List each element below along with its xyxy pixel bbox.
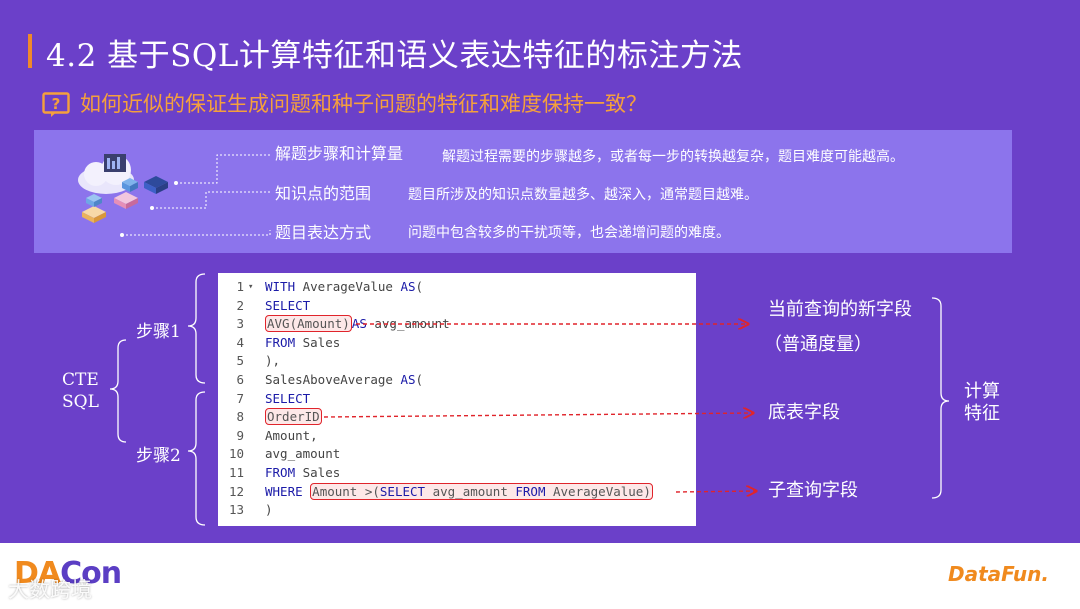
step1-label: 步骤1 (136, 322, 181, 342)
title-accent-bar (28, 34, 32, 68)
highlight-avg-amount: AVG(Amount) (265, 315, 352, 333)
bracket-step2 (187, 391, 206, 526)
sql-code-block: 1 ▾ WITH AverageValue AS( 2 SELECT 3 AVG(… (218, 273, 696, 526)
bracket-cte (109, 339, 127, 443)
highlight-subquery: Amount >(SELECT avg_amount FROM AverageV… (310, 482, 653, 500)
question-text: 如何近似的保证生成问题和种子问题的特征和难度保持一致？ (80, 92, 647, 116)
question-box-icon: ? (42, 92, 70, 117)
factor-desc-steps: 解题过程需要的步骤越多，或者每一步的转换越复杂，题目难度可能越高。 (442, 149, 904, 165)
calc-feature-line2: 特征 (964, 403, 1000, 424)
factor-desc-expression: 问题中包含较多的干扰项等，也会递增问题的难度。 (408, 225, 730, 241)
svg-text:?: ? (52, 95, 61, 113)
step2-label: 步骤2 (136, 446, 181, 466)
bracket-step1 (187, 273, 206, 384)
feature-subquery-field: 子查询字段 (768, 480, 858, 501)
cte-label-line2: SQL (62, 392, 99, 412)
highlight-order-id: OrderID (265, 408, 322, 426)
feature-new-field-line2: （普通度量） (764, 334, 872, 355)
feature-base-field: 底表字段 (768, 402, 840, 423)
factor-label-expression: 题目表达方式 (275, 223, 372, 242)
footer-bar (0, 543, 1080, 609)
slide: 4.2 基于SQL计算特征和语义表达特征的标注方法 ? 如何近似的保证生成问题和… (0, 0, 1080, 543)
feature-new-field-line1: 当前查询的新字段 (768, 299, 912, 320)
cte-label-line1: CTE (62, 370, 99, 390)
bracket-calc (931, 297, 950, 499)
factor-label-knowledge: 知识点的范围 (275, 184, 372, 203)
difficulty-factors-panel: 解题步骤和计算量 解题过程需要的步骤越多，或者每一步的转换越复杂，题目难度可能越… (34, 130, 1012, 253)
factor-desc-knowledge: 题目所涉及的知识点数量越多、越深入，通常题目越难。 (408, 187, 758, 203)
slide-title: 4.2 基于SQL计算特征和语义表达特征的标注方法 (46, 38, 743, 74)
watermark: 大数跨境 (8, 578, 92, 602)
factor-label-steps: 解题步骤和计算量 (275, 144, 404, 163)
datafun-logo: DataFun. (948, 562, 1049, 586)
